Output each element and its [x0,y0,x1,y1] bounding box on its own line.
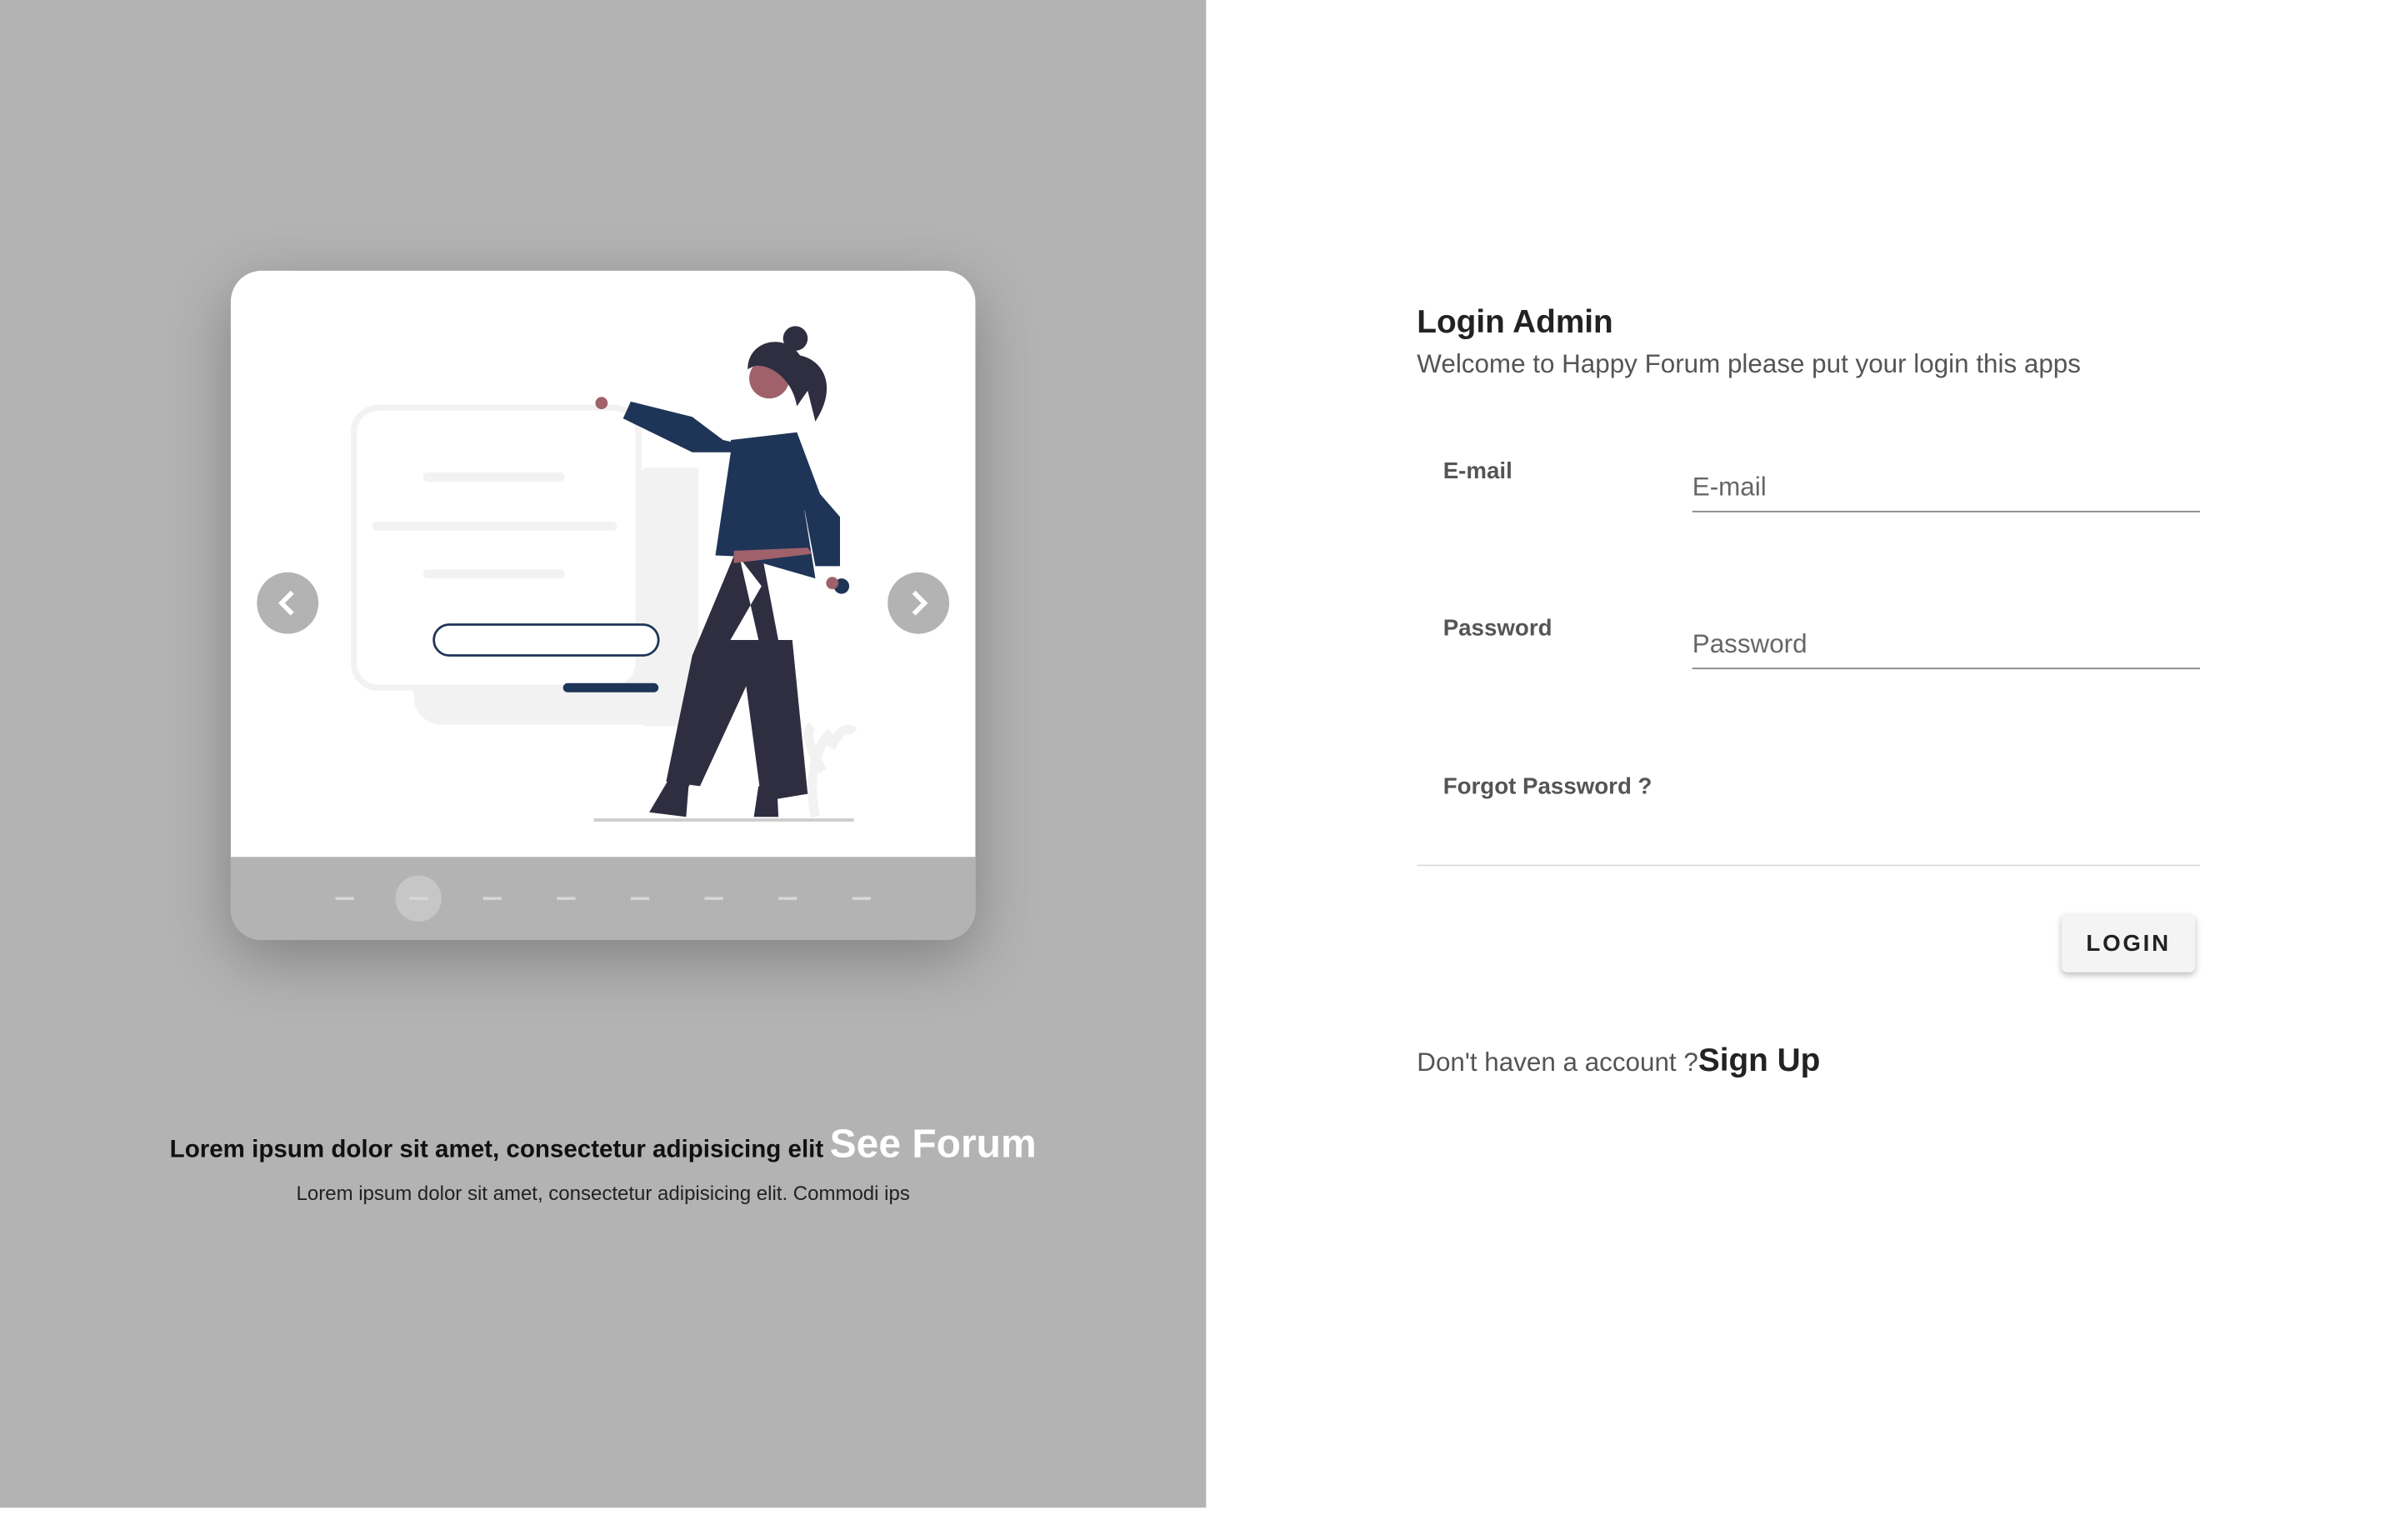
chevron-left-icon [278,590,294,616]
divider [1417,864,2200,867]
caption-headline-row: Lorem ipsum dolor sit amet, consectetur … [0,1120,1206,1168]
carousel-indicators [230,857,976,940]
email-label: E-mail [1442,458,1512,485]
carousel-indicator[interactable] [630,897,650,900]
carousel-indicator[interactable] [704,897,723,900]
carousel-indicator[interactable] [482,897,502,900]
page: Lorem ipsum dolor sit amet, consectetur … [0,0,2400,1540]
carousel-indicator[interactable] [778,897,798,900]
password-label: Password [1442,615,1552,642]
caption-subtext: Lorem ipsum dolor sit amet, consectetur … [296,1181,910,1205]
carousel-prev-button[interactable] [257,572,319,634]
no-account-text: Don't haven a account ? [1417,1048,1698,1078]
forgot-password-link[interactable]: Forgot Password ? [1443,774,1652,800]
see-forum-link[interactable]: See Forum [830,1120,1037,1166]
carousel-indicator-active[interactable] [409,897,428,900]
chevron-right-icon [912,590,928,616]
login-illustration [350,326,858,822]
sign-up-link[interactable]: Sign Up [1698,1043,1820,1078]
carousel-indicator[interactable] [852,897,871,900]
login-button[interactable]: LOGIN [2061,913,2196,972]
carousel-next-button[interactable] [888,572,950,634]
password-field[interactable] [1692,621,2200,670]
caption-headline: Lorem ipsum dolor sit amet, consectetur … [169,1137,824,1163]
carousel-indicator[interactable] [335,897,354,900]
signup-row: Don't haven a account ?Sign Up [1417,1043,1820,1080]
carousel [230,270,976,940]
page-subtitle: Welcome to Happy Forum please put your l… [1417,349,2081,379]
carousel-indicator[interactable] [557,897,576,900]
email-field[interactable] [1692,464,2200,512]
page-title: Login Admin [1417,304,1613,340]
left-panel: Lorem ipsum dolor sit amet, consectetur … [0,0,1207,1508]
